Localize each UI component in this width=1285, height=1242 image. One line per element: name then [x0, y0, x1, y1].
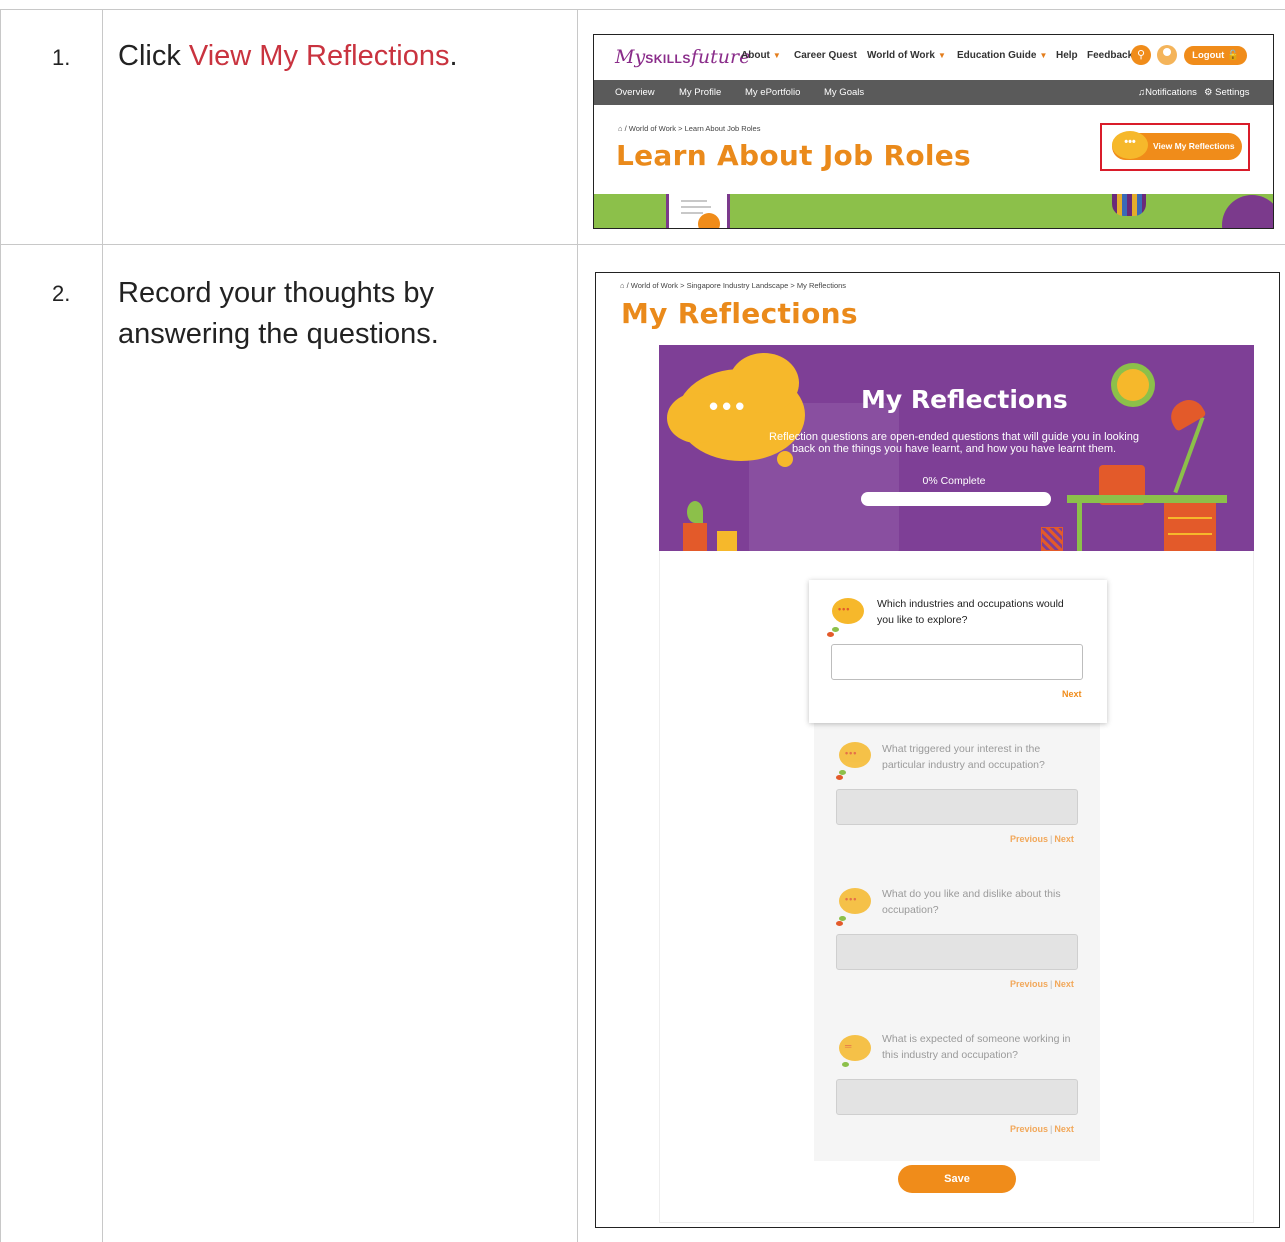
- question-nav: Previous | Next: [1010, 1124, 1074, 1134]
- reflections-banner: ••• My Reflections Reflection questions …: [659, 345, 1254, 551]
- question-text: Which industries and occupations would y…: [877, 598, 1064, 626]
- question-nav: Previous | Next: [1010, 979, 1074, 989]
- answer-textarea[interactable]: [836, 1079, 1078, 1115]
- breadcrumb: ⌂ / World of Work > Singapore Industry L…: [620, 281, 847, 290]
- previous-link[interactable]: Previous: [1010, 979, 1048, 989]
- question-nav: Previous | Next: [1010, 834, 1074, 844]
- plant-illustration: [687, 501, 703, 523]
- answer-textarea[interactable]: [831, 644, 1083, 680]
- chevron-down-icon: ▼: [1039, 51, 1048, 60]
- notifications-link[interactable]: ♫Notifications: [1138, 87, 1197, 98]
- search-icon[interactable]: ⚲: [1131, 45, 1151, 65]
- nav-feedback[interactable]: Feedback: [1087, 50, 1133, 61]
- breadcrumb: ⌂ / World of Work > Learn About Job Role…: [618, 124, 761, 133]
- thought-dots: •••: [709, 391, 749, 421]
- table-border-left: [0, 9, 1, 1242]
- step-text-suffix: .: [449, 40, 458, 72]
- desk-illustration: [1067, 495, 1227, 503]
- lock-icon: 🔓: [1226, 50, 1239, 61]
- table-row-divider: [0, 244, 1285, 245]
- progress-label: 0% Complete: [922, 475, 986, 487]
- speech-bubble-icon: •••: [839, 888, 871, 914]
- next-link[interactable]: Next: [1054, 834, 1074, 844]
- previous-link[interactable]: Previous: [1010, 1124, 1048, 1134]
- view-my-reflections-button[interactable]: ••• View My Reflections: [1112, 131, 1242, 160]
- table-column-divider: [577, 9, 578, 1242]
- next-link[interactable]: Next: [1054, 979, 1074, 989]
- next-link[interactable]: Next: [1054, 1124, 1074, 1134]
- speech-bubble-icon: ═: [839, 1035, 871, 1061]
- step-number: 1.: [52, 45, 71, 70]
- avatar-icon[interactable]: [1157, 45, 1177, 65]
- page-title: Learn About Job Roles: [616, 139, 972, 172]
- settings-link[interactable]: ⚙ Settings: [1204, 87, 1249, 98]
- step-text: Click: [118, 40, 189, 72]
- step-number: 2.: [52, 281, 71, 306]
- top-navbar: MySKILLSfuture About ▼ Career Quest World…: [594, 35, 1273, 77]
- screenshot-learn-about-job-roles: MySKILLSfuture About ▼ Career Quest World…: [593, 34, 1274, 229]
- question-text: What is expected of someone working in t…: [882, 1033, 1071, 1061]
- next-link[interactable]: Next: [1062, 689, 1082, 699]
- gear-illustration: [698, 213, 720, 228]
- nav-about[interactable]: About ▼: [741, 50, 781, 61]
- subnav-my-eportfolio[interactable]: My ePortfolio: [745, 87, 800, 98]
- table-border-top: [0, 9, 1285, 10]
- subnav-my-profile[interactable]: My Profile: [679, 87, 721, 98]
- answer-textarea[interactable]: [836, 934, 1078, 970]
- answer-textarea[interactable]: [836, 789, 1078, 825]
- home-icon[interactable]: ⌂: [618, 124, 625, 133]
- subnav-overview[interactable]: Overview: [615, 87, 655, 98]
- logout-button[interactable]: Logout 🔓: [1184, 46, 1247, 65]
- sub-navbar: Overview My Profile My ePortfolio My Goa…: [594, 80, 1273, 105]
- striped-illustration: [1112, 194, 1146, 216]
- table-column-divider: [102, 9, 103, 1242]
- progress-bar: [861, 492, 1051, 506]
- question-text: What do you like and dislike about this …: [882, 888, 1061, 916]
- speech-bubble-icon: •••: [1112, 131, 1148, 159]
- clock-illustration: [1111, 363, 1155, 407]
- chevron-down-icon: ▼: [937, 51, 946, 60]
- view-my-reflections-link[interactable]: View My Reflections: [189, 40, 450, 72]
- wastebasket-illustration: [1041, 527, 1063, 551]
- nav-world-of-work[interactable]: World of Work ▼: [867, 50, 946, 61]
- banner-title: My Reflections: [861, 385, 1068, 414]
- view-my-reflections-label: View My Reflections: [1153, 141, 1235, 151]
- question-text: What triggered your interest in the part…: [882, 743, 1045, 771]
- step-instruction: Click View My Reflections.: [118, 36, 558, 77]
- speech-bubble-icon: •••: [832, 598, 864, 624]
- page-title: My Reflections: [621, 297, 858, 330]
- myskillsfuture-logo[interactable]: MySKILLSfuture: [615, 46, 750, 68]
- previous-link[interactable]: Previous: [1010, 834, 1048, 844]
- nav-help[interactable]: Help: [1056, 50, 1078, 61]
- nav-education-guide[interactable]: Education Guide ▼: [957, 50, 1047, 61]
- chevron-down-icon: ▼: [772, 51, 781, 60]
- subnav-my-goals[interactable]: My Goals: [824, 87, 864, 98]
- banner-description: Reflection questions are open-ended ques…: [769, 431, 1139, 455]
- save-button[interactable]: Save: [898, 1165, 1016, 1193]
- speech-bubble-icon: •••: [839, 742, 871, 768]
- home-icon[interactable]: ⌂: [620, 281, 627, 290]
- nav-career-quest[interactable]: Career Quest: [794, 50, 857, 61]
- step-instruction: Record your thoughts by answering the qu…: [118, 277, 439, 350]
- screenshot-my-reflections: ⌂ / World of Work > Singapore Industry L…: [595, 272, 1280, 1228]
- gear-icon: ⚙: [1204, 87, 1216, 98]
- highlight-box: ••• View My Reflections: [1100, 123, 1250, 171]
